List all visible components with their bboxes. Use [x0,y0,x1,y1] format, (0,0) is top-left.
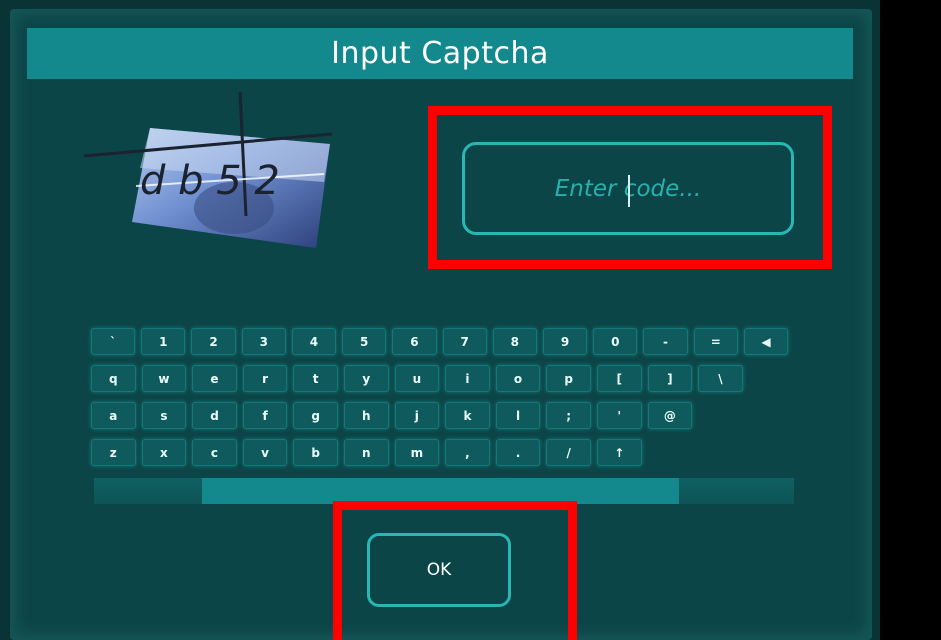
shift-arrow-icon[interactable]: ↑ [596,439,642,466]
keyboard-row-3: a s d f g h j k l ; ' @ [91,402,788,429]
key-7[interactable]: 7 [442,328,487,355]
key-v[interactable]: v [242,439,288,466]
key-s[interactable]: s [141,402,187,429]
key-3[interactable]: 3 [241,328,286,355]
key-backtick[interactable]: ` [91,328,136,355]
key-1[interactable]: 1 [141,328,186,355]
key-t[interactable]: t [293,365,338,392]
key-i[interactable]: i [445,365,490,392]
key-k[interactable]: k [445,402,490,429]
key-slash[interactable]: / [546,439,591,466]
key-o[interactable]: o [495,365,541,392]
key-c[interactable]: c [192,439,237,466]
key-d[interactable]: d [192,402,237,429]
key-q[interactable]: q [91,365,136,392]
key-comma[interactable]: , [445,439,490,466]
keyboard-row-1: ` 1 2 3 4 5 6 7 8 9 0 - = ◀ [91,328,789,355]
key-at[interactable]: @ [647,402,693,429]
key-m[interactable]: m [394,439,440,466]
key-6[interactable]: 6 [392,328,437,355]
key-8[interactable]: 8 [492,328,537,355]
keyboard-row-2: q w e r t y u i o p [ ] \ [91,365,788,392]
key-right-bracket[interactable]: ] [647,365,693,392]
key-left-bracket[interactable]: [ [596,365,642,392]
key-w[interactable]: w [141,365,187,392]
key-z[interactable]: z [91,439,136,466]
key-j[interactable]: j [394,402,440,429]
key-5[interactable]: 5 [342,328,387,355]
key-9[interactable]: 9 [542,328,588,355]
key-h[interactable]: h [343,402,389,429]
key-a[interactable]: a [91,402,136,429]
key-l[interactable]: l [495,402,541,429]
key-n[interactable]: n [343,439,389,466]
key-b[interactable]: b [293,439,338,466]
key-4[interactable]: 4 [291,328,337,355]
text-caret [628,175,630,207]
keyboard-row-4: z x c v b n m , . / ↑ [91,439,788,466]
key-u[interactable]: u [394,365,440,392]
key-g[interactable]: g [293,402,338,429]
key-semicolon[interactable]: ; [546,402,591,429]
key-x[interactable]: x [141,439,187,466]
key-backslash[interactable]: \ [698,365,743,392]
dialog-title: Input Captcha [27,28,853,79]
key-r[interactable]: r [242,365,288,392]
key-2[interactable]: 2 [191,328,236,355]
key-y[interactable]: y [343,365,389,392]
captcha-image-graphic: d b 5 2 [83,91,333,248]
captcha-image: d b 5 2 [83,90,344,260]
key-e[interactable]: e [192,365,237,392]
key-apostrophe[interactable]: ' [596,402,642,429]
ok-button[interactable]: OK [367,533,511,607]
key-p[interactable]: p [546,365,591,392]
key-period[interactable]: . [495,439,541,466]
key-0[interactable]: 0 [593,328,638,355]
captcha-glyphs: d b 5 2 [140,158,280,204]
backspace-icon[interactable]: ◀ [743,328,789,355]
key-minus[interactable]: - [643,328,688,355]
key-f[interactable]: f [242,402,288,429]
on-screen-keyboard: ` 1 2 3 4 5 6 7 8 9 0 - = ◀ q w e r t y … [91,328,789,476]
key-equals[interactable]: = [693,328,738,355]
